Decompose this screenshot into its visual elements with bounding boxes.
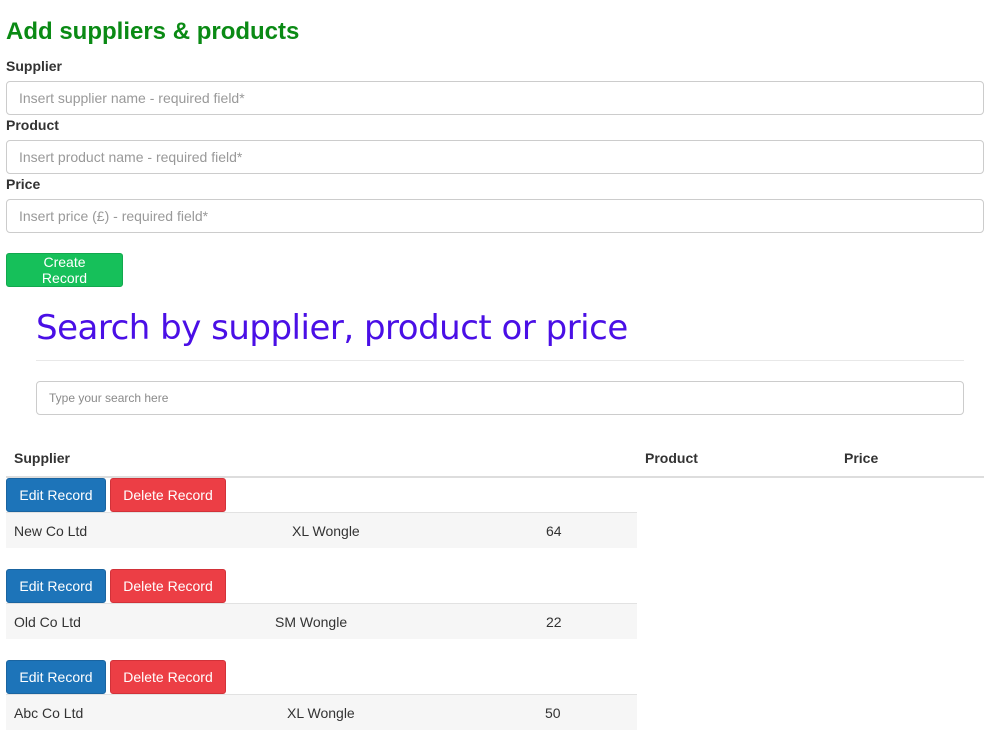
search-title: Search by supplier, product or price — [36, 308, 628, 348]
divider — [36, 360, 964, 361]
edit-record-button[interactable]: Edit Record — [6, 569, 106, 603]
supplier-cell: New Co Ltd — [14, 523, 88, 539]
edit-record-button[interactable]: Edit Record — [6, 478, 106, 512]
supplier-input[interactable] — [6, 81, 984, 115]
price-cell: 64 — [546, 523, 562, 539]
edit-record-button[interactable]: Edit Record — [6, 660, 106, 694]
delete-record-button[interactable]: Delete Record — [110, 478, 226, 512]
supplier-cell: Abc Co Ltd — [14, 705, 84, 721]
product-label: Product — [6, 117, 59, 133]
create-record-button[interactable]: Create Record — [6, 253, 123, 287]
table-row: New Co Ltd XL Wongle 64 — [6, 512, 637, 548]
column-header-product: Product — [645, 450, 698, 466]
supplier-cell: Old Co Ltd — [14, 614, 81, 630]
page-title: Add suppliers & products — [6, 18, 300, 45]
search-input[interactable] — [36, 381, 964, 415]
table-row: Abc Co Ltd XL Wongle 50 — [6, 694, 637, 730]
supplier-label: Supplier — [6, 58, 63, 74]
column-header-price: Price — [844, 450, 879, 466]
product-input[interactable] — [6, 140, 984, 174]
price-input[interactable] — [6, 199, 984, 233]
product-cell: XL Wongle — [292, 523, 360, 539]
delete-record-button[interactable]: Delete Record — [110, 569, 226, 603]
delete-record-button[interactable]: Delete Record — [110, 660, 226, 694]
column-header-supplier: Supplier — [14, 450, 71, 466]
price-cell: 50 — [545, 705, 561, 721]
table-row: Old Co Ltd SM Wongle 22 — [6, 603, 637, 639]
product-cell: SM Wongle — [275, 614, 348, 630]
price-label: Price — [6, 176, 41, 192]
price-cell: 22 — [546, 614, 562, 630]
product-cell: XL Wongle — [287, 705, 355, 721]
